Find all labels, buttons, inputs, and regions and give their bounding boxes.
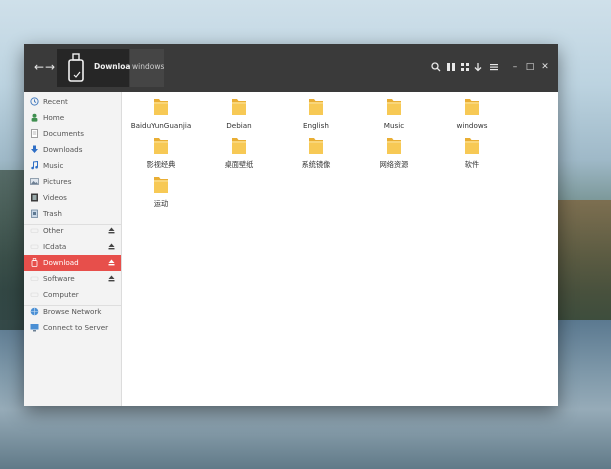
- sidebar-item-home[interactable]: Home: [24, 110, 121, 126]
- menu-button[interactable]: [488, 61, 500, 73]
- sidebar-item-connect-to-server[interactable]: Connect to Server: [24, 320, 121, 336]
- folder-item[interactable]: 软件: [433, 133, 511, 173]
- desktop-background-mountain-right: [551, 200, 611, 320]
- sidebar-item-icdata[interactable]: ICdata: [24, 239, 121, 255]
- minimize-button[interactable]: –: [509, 61, 521, 73]
- eject-icon[interactable]: [108, 243, 115, 250]
- eject-icon[interactable]: [108, 259, 115, 266]
- folder-item[interactable]: 运动: [122, 172, 200, 212]
- sidebar-item-other[interactable]: Other: [24, 223, 121, 239]
- folder-icon: [387, 99, 401, 115]
- folder-name: windows: [456, 121, 488, 130]
- folder-item[interactable]: English: [277, 94, 355, 134]
- folder-name: 软件: [464, 160, 480, 169]
- folder-icon: [232, 99, 246, 115]
- sidebar-item-software[interactable]: Software: [24, 271, 121, 287]
- drive-icon: [30, 276, 39, 281]
- drive-icon: [30, 244, 39, 249]
- folder-icon: [465, 138, 479, 154]
- folder-item[interactable]: 影视经典: [122, 133, 200, 173]
- network-icon: [30, 307, 39, 316]
- folder-item[interactable]: Debian: [200, 94, 278, 134]
- folder-icon: [465, 99, 479, 115]
- folder-name: Debian: [226, 121, 252, 130]
- server-icon: [30, 324, 39, 332]
- documents-icon: [31, 129, 38, 138]
- places-sidebar: Recent Home Documents Downloads Music Pi…: [24, 92, 122, 406]
- sidebar-item-browse-network[interactable]: Browse Network: [24, 304, 121, 320]
- videos-icon: [31, 193, 38, 202]
- close-button[interactable]: ✕: [539, 61, 551, 73]
- sidebar-item-pictures[interactable]: Pictures: [24, 174, 121, 190]
- arrow-down-icon: [474, 63, 482, 72]
- headerbar: ← → Download windows – □ ✕: [24, 44, 558, 92]
- folder-icon: [309, 138, 323, 154]
- folder-name: 网络资源: [379, 160, 409, 169]
- folder-item[interactable]: 系统镜像: [277, 133, 355, 173]
- folder-name: 运动: [153, 199, 169, 208]
- folder-name: Music: [383, 121, 405, 130]
- music-icon: [31, 161, 38, 170]
- folder-name: English: [303, 121, 329, 130]
- sidebar-item-recent[interactable]: Recent: [24, 94, 121, 110]
- pictures-icon: [30, 178, 39, 185]
- folder-icon: [154, 99, 168, 115]
- path-segment-current[interactable]: Download: [57, 49, 136, 87]
- folder-name: 影视经典: [146, 160, 176, 169]
- folder-icon: [232, 138, 246, 154]
- sidebar-item-trash[interactable]: Trash: [24, 206, 121, 222]
- folder-name: 系统镜像: [301, 160, 331, 169]
- hamburger-menu-icon: [490, 64, 498, 71]
- path-next-label: windows: [132, 62, 165, 71]
- file-view: BaiduYunGuanjia Debian English Music windows…: [122, 92, 558, 406]
- search-button[interactable]: [430, 61, 442, 73]
- sidebar-item-download[interactable]: Download: [24, 255, 121, 271]
- usb-drive-icon: [68, 53, 84, 82]
- folder-icon: [387, 138, 401, 154]
- eject-icon[interactable]: [108, 275, 115, 282]
- folder-item[interactable]: 网络资源: [355, 133, 433, 173]
- sidebar-item-documents[interactable]: Documents: [24, 126, 121, 142]
- downloads-icon: [31, 145, 38, 153]
- search-icon: [431, 62, 441, 72]
- folder-icon: [154, 138, 168, 154]
- eject-icon[interactable]: [108, 227, 115, 234]
- list-view-button[interactable]: [445, 61, 457, 73]
- home-icon: [31, 113, 38, 122]
- folder-name: BaiduYunGuanjia: [130, 121, 192, 130]
- sidebar-item-computer[interactable]: Computer: [24, 287, 121, 303]
- folder-icon: [154, 177, 168, 193]
- trash-icon: [31, 209, 38, 218]
- forward-button[interactable]: →: [43, 60, 57, 74]
- sidebar-item-music[interactable]: Music: [24, 158, 121, 174]
- folder-name: 桌面壁纸: [224, 160, 254, 169]
- drive-icon: [30, 228, 39, 233]
- maximize-button[interactable]: □: [524, 61, 536, 73]
- grid-view-button[interactable]: [459, 61, 471, 73]
- sidebar-item-videos[interactable]: Videos: [24, 190, 121, 206]
- file-manager-window: ← → Download windows – □ ✕ Recent Home D…: [24, 44, 558, 406]
- folder-item[interactable]: 桌面壁纸: [200, 133, 278, 173]
- folder-icon: [309, 99, 323, 115]
- column-view-icon: [447, 63, 455, 71]
- usb-icon: [31, 258, 38, 267]
- sort-button[interactable]: [472, 61, 484, 73]
- sidebar-item-downloads[interactable]: Downloads: [24, 142, 121, 158]
- path-segment-next[interactable]: windows: [130, 49, 164, 87]
- computer-icon: [30, 292, 39, 297]
- folder-item[interactable]: BaiduYunGuanjia: [122, 94, 200, 134]
- grid-view-icon: [461, 63, 469, 71]
- recent-icon: [30, 97, 39, 106]
- folder-item[interactable]: Music: [355, 94, 433, 134]
- folder-item[interactable]: windows: [433, 94, 511, 134]
